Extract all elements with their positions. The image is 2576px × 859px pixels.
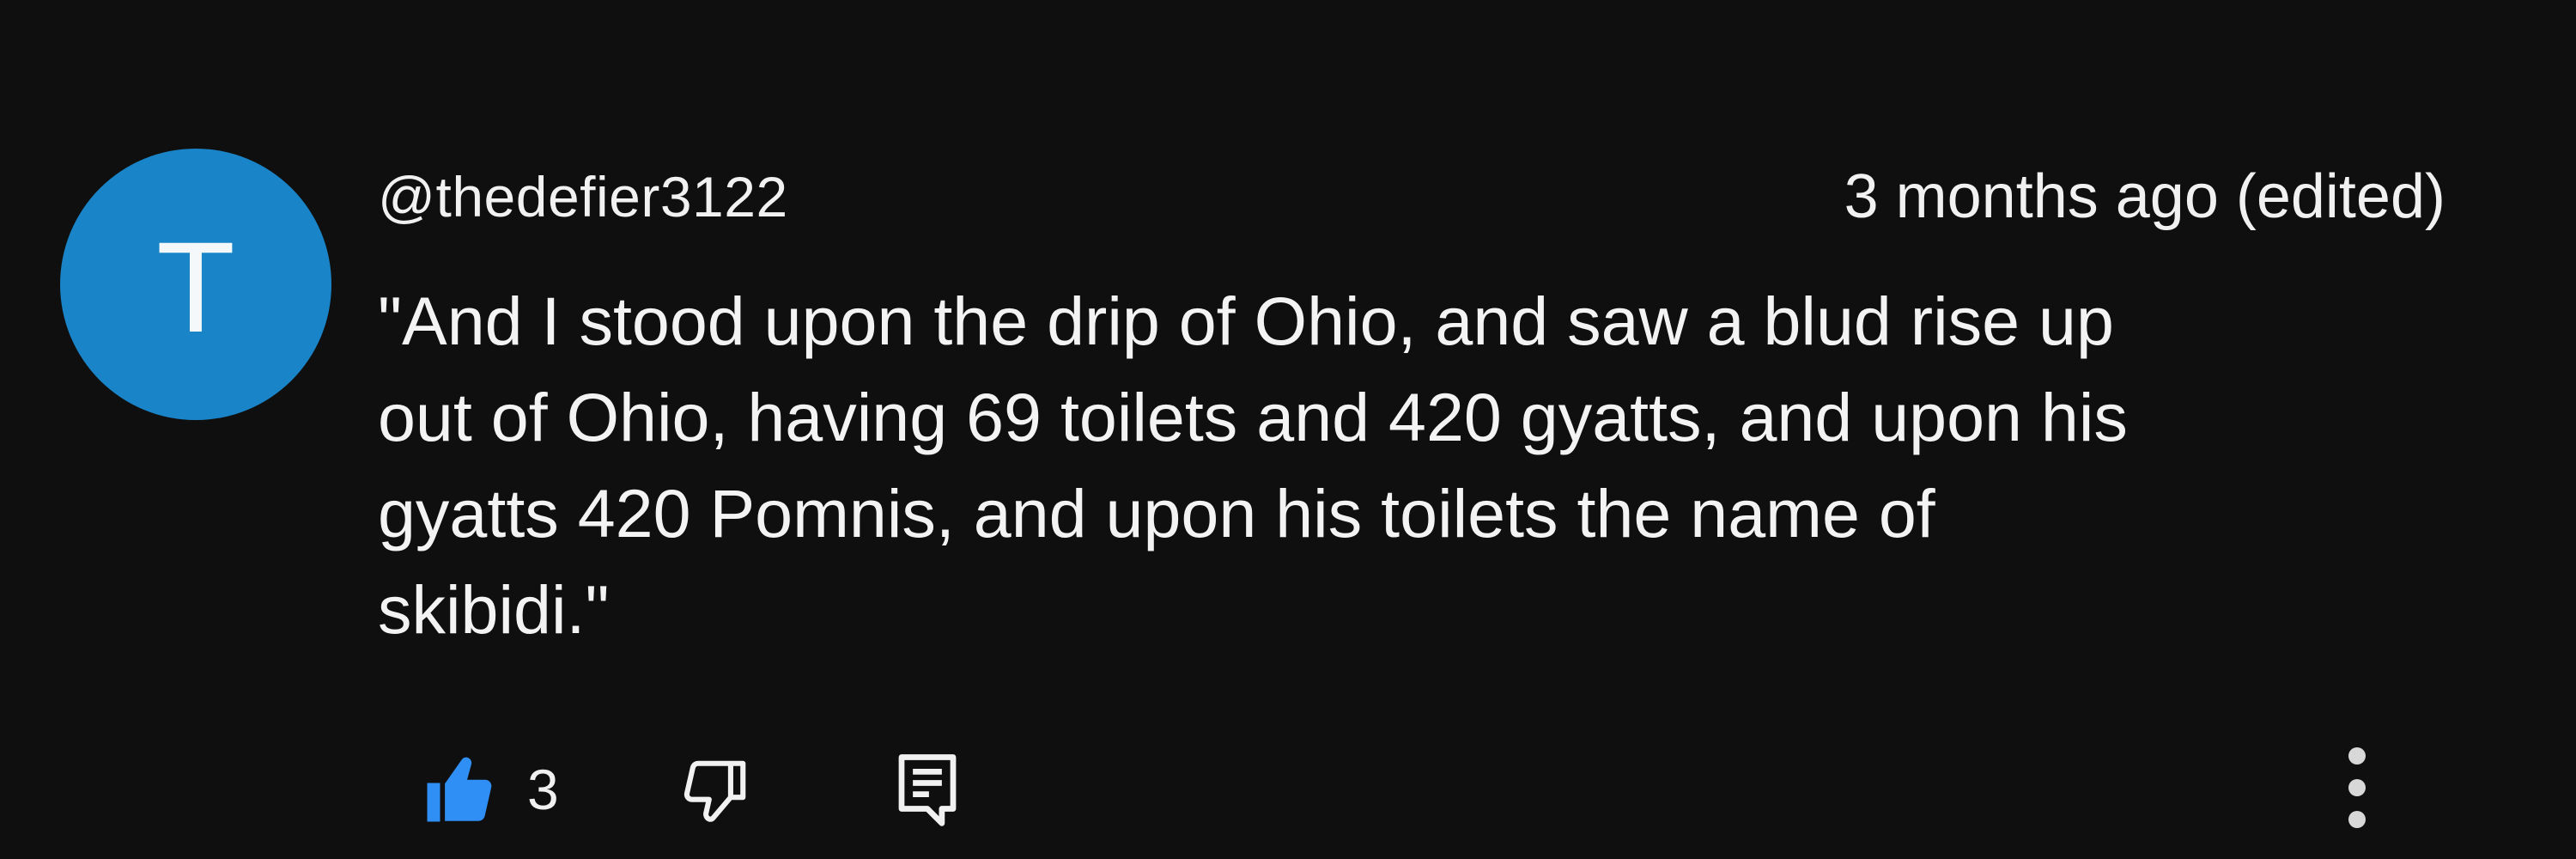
comment-card: T @thedefier3122 3 months ago (edited) "…: [0, 0, 2576, 859]
comment-text: "And I stood upon the drip of Ohio, and …: [378, 283, 2128, 648]
more-options-button[interactable]: [2344, 740, 2370, 835]
more-vertical-icon: [2348, 747, 2366, 828]
like-count: 3: [527, 758, 559, 821]
avatar[interactable]: T: [60, 149, 331, 420]
comment-author[interactable]: @thedefier3122: [378, 158, 788, 235]
thumbs-down-icon: [683, 760, 746, 822]
dislike-button[interactable]: [678, 754, 752, 828]
comment-timestamp[interactable]: 3 months ago (edited): [1844, 158, 2445, 235]
avatar-letter: T: [156, 215, 235, 359]
comment-actions: 3: [378, 739, 2439, 842]
reply-button[interactable]: [893, 751, 962, 828]
reply-icon: [898, 754, 957, 826]
thumbs-up-icon: [427, 757, 492, 822]
like-button[interactable]: 3: [421, 751, 559, 828]
